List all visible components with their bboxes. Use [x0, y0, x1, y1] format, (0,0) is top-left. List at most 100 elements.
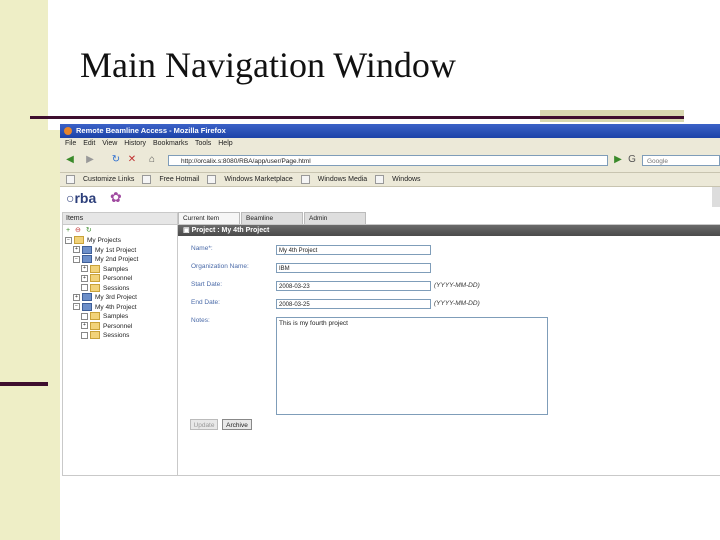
expand-icon[interactable]: + [73, 246, 80, 254]
menu-bookmarks[interactable]: Bookmarks [153, 140, 188, 147]
notes-textarea[interactable]: This is my fourth project [276, 317, 548, 415]
bookmark-label: Windows Media [317, 176, 368, 183]
tree-item-label: My Projects [87, 237, 121, 244]
tree-item-label: Sessions [103, 284, 130, 292]
start-date-field[interactable]: 2008-03-23 [276, 281, 431, 291]
folder-icon [90, 312, 100, 321]
notes-label: Notes: [191, 317, 210, 324]
items-panel: Items + ⊖ ↻ − My Projects + My 1st Project −… [62, 212, 178, 476]
menu-tools[interactable]: Tools [195, 140, 211, 147]
tree-item-label: My 4th Project [95, 303, 137, 311]
bookmark-icon [300, 174, 310, 184]
title-rule [30, 116, 684, 119]
collapse-icon[interactable]: − [73, 255, 80, 263]
bookmark-icon [375, 174, 385, 184]
collapse-icon[interactable]: − [65, 236, 72, 244]
name-field[interactable]: My 4th Project [276, 245, 431, 255]
expand-icon[interactable]: + [81, 274, 88, 282]
project-icon [82, 293, 92, 302]
tab-beamline[interactable]: Beamline [241, 212, 303, 224]
expand-icon[interactable]: + [73, 293, 80, 301]
collapse-icon[interactable]: − [73, 303, 80, 311]
tree-item[interactable]: + My 3rd Project [65, 293, 177, 303]
refresh-icon[interactable]: ↻ [86, 227, 92, 234]
organization-field[interactable]: IBM [276, 263, 431, 273]
update-button[interactable]: Update [190, 419, 218, 430]
expand-icon[interactable]: + [81, 322, 88, 330]
leaf-icon [81, 312, 88, 320]
items-tree: − My Projects + My 1st Project − My 2nd Proje… [63, 236, 177, 341]
home-icon[interactable]: ⌂ [146, 154, 158, 166]
remove-icon[interactable]: ⊖ [75, 227, 81, 234]
bookmark-free-hotmail[interactable]: Free Hotmail [142, 174, 199, 184]
menu-view[interactable]: View [102, 140, 117, 147]
project-header: ▣ Project : My 4th Project [178, 225, 720, 236]
app-logo: ○rba [66, 190, 97, 206]
add-icon[interactable]: + [66, 227, 70, 234]
forward-icon[interactable]: ▶ [84, 154, 96, 166]
logo-flower-icon: ✿ [110, 189, 122, 205]
address-bar[interactable]: http://orcalix.s:8080/RBA/app/user/Page.… [168, 155, 608, 166]
tree-item[interactable]: − My Projects [65, 236, 177, 246]
items-panel-toolbar: + ⊖ ↻ [63, 225, 177, 236]
bookmark-customize-links[interactable]: Customize Links [66, 174, 134, 184]
tree-item[interactable]: + Personnel [65, 321, 177, 332]
window-title: Remote Beamline Access - Mozilla Firefox [76, 126, 226, 135]
tab-admin[interactable]: Admin [304, 212, 366, 224]
menu-history[interactable]: History [124, 140, 146, 147]
tab-current-item[interactable]: Current Item [178, 212, 240, 224]
menu-edit[interactable]: Edit [83, 140, 95, 147]
tree-item[interactable]: − My 4th Project [65, 302, 177, 313]
end-date-field[interactable]: 2008-03-25 [276, 299, 431, 309]
tree-item-label: Samples [103, 313, 129, 320]
slide-title: Main Navigation Window [80, 45, 456, 85]
browser-screenshot: Remote Beamline Access - Mozilla Firefox… [60, 124, 720, 476]
project-icon [82, 245, 92, 254]
tree-item[interactable]: Sessions [65, 283, 177, 294]
items-panel-title: Items [63, 213, 177, 225]
tree-item-label: Sessions [103, 332, 130, 339]
bookmarks-toolbar: Customize Links Free Hotmail Windows Mar… [60, 173, 720, 187]
tree-item-label: Personnel [103, 322, 133, 330]
organization-label: Organization Name: [191, 263, 249, 270]
project-header-text: Project : My 4th Project [191, 227, 270, 234]
tree-item-label: Personnel [103, 275, 133, 282]
tree-item-label: My 3rd Project [95, 294, 137, 301]
leaf-icon [81, 284, 88, 292]
tree-item-label: My 2nd Project [95, 256, 139, 263]
bookmark-windows[interactable]: Windows [375, 174, 421, 184]
bookmark-icon [142, 174, 152, 184]
tree-item[interactable]: − My 2nd Project [65, 255, 177, 265]
slide-accent-rule [0, 382, 48, 386]
bookmark-windows-marketplace[interactable]: Windows Marketplace [207, 174, 293, 184]
slide-left-band-lower [48, 130, 60, 540]
menu-file[interactable]: File [65, 140, 76, 147]
folder-icon [74, 236, 84, 245]
tree-item[interactable]: + My 1st Project [65, 245, 177, 256]
tree-item[interactable]: Sessions [65, 331, 177, 341]
tree-item[interactable]: + Personnel [65, 274, 177, 284]
navigation-toolbar: ◀ ▶ ↻ ✕ ⌂ http://orcalix.s:8080/RBA/app/… [60, 150, 720, 173]
expand-icon[interactable]: + [81, 265, 88, 273]
folder-icon [90, 331, 100, 340]
tree-item[interactable]: Samples [65, 312, 177, 322]
stop-icon[interactable]: ✕ [126, 154, 138, 166]
tree-item[interactable]: + Samples [65, 264, 177, 275]
page-scrollbar[interactable] [712, 187, 720, 207]
menu-help[interactable]: Help [218, 140, 232, 147]
start-date-label: Start Date: [191, 281, 223, 288]
start-date-format-hint: (YYYY-MM-DD) [434, 282, 480, 289]
bookmark-windows-media[interactable]: Windows Media [300, 174, 368, 184]
window-titlebar: Remote Beamline Access - Mozilla Firefox [60, 124, 720, 138]
search-input[interactable]: Google [642, 155, 720, 166]
tree-item-label: Samples [103, 265, 129, 273]
reload-icon[interactable]: ↻ [110, 154, 122, 166]
slide-left-band [0, 0, 48, 540]
go-icon[interactable]: ▶ [612, 154, 624, 166]
search-engine-icon[interactable]: G [626, 154, 638, 166]
project-icon [82, 302, 92, 311]
back-icon[interactable]: ◀ [64, 154, 76, 166]
folder-icon [90, 264, 100, 273]
archive-button[interactable]: Archive [222, 419, 252, 430]
logo-text: rba [74, 190, 97, 206]
